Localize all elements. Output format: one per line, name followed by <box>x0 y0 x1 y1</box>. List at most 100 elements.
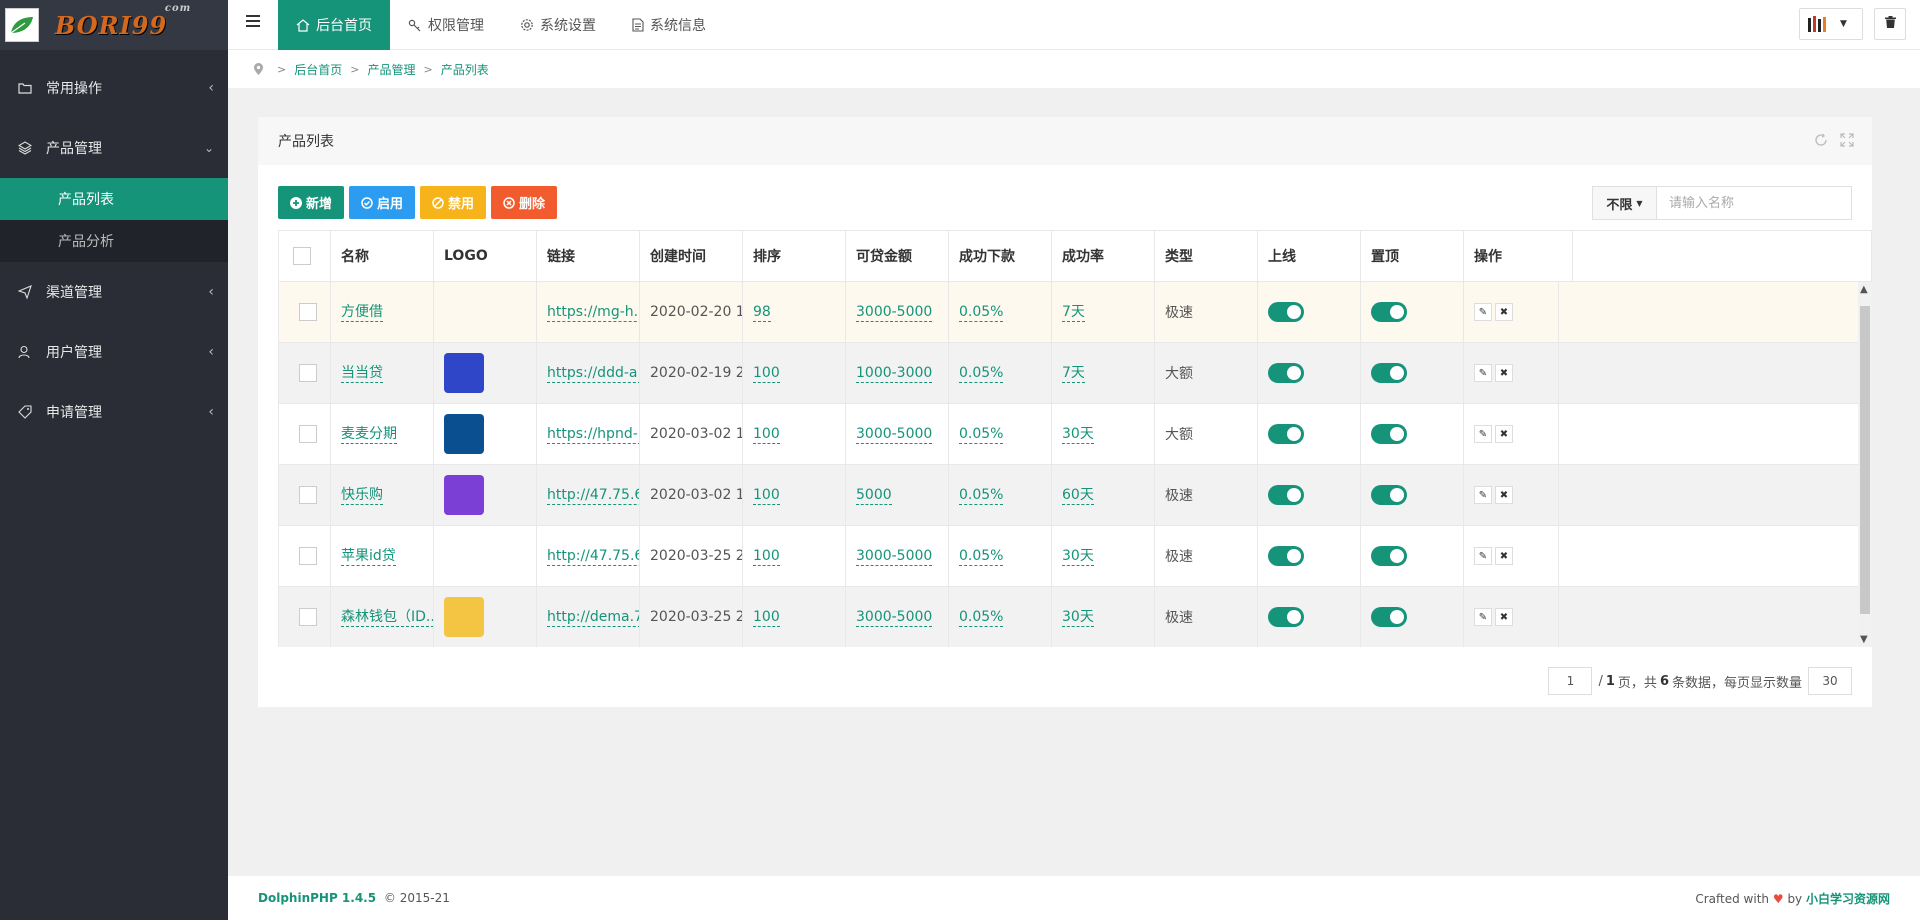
product-name-link[interactable]: 方便借 <box>341 303 383 322</box>
edit-icon[interactable]: ✎ <box>1474 486 1492 505</box>
online-toggle[interactable] <box>1268 607 1304 627</box>
success-editable[interactable]: 0.05% <box>959 608 1004 627</box>
per-page-input[interactable]: 30 <box>1808 667 1852 695</box>
fullscreen-icon[interactable] <box>1840 133 1854 151</box>
header-cell[interactable]: 成功下款 <box>949 231 1052 281</box>
amount-editable[interactable]: 5000 <box>856 486 892 505</box>
page-input[interactable]: 1 <box>1548 667 1593 695</box>
sidebar-item-common[interactable]: 常用操作 ‹ <box>0 58 228 118</box>
online-toggle[interactable] <box>1268 424 1304 444</box>
success-editable[interactable]: 0.05% <box>959 303 1004 322</box>
sort-editable[interactable]: 100 <box>753 364 780 383</box>
sidebar-item-applications[interactable]: 申请管理 ‹ <box>0 382 228 442</box>
table-row[interactable]: 苹果id贷 http://47.75.6... 2020-03-25 2... 100… <box>279 526 1872 587</box>
table-row[interactable]: 快乐购 http://47.75.6... 2020-03-02 1... 100 50… <box>279 465 1872 526</box>
chevron-down-icon[interactable]: ▼ <box>1860 634 1868 645</box>
enable-button[interactable]: 启用 <box>349 186 416 219</box>
online-toggle[interactable] <box>1268 363 1304 383</box>
sidebar-subitem-product-analysis[interactable]: 产品分析 <box>0 220 228 262</box>
product-name-link[interactable]: 当当贷 <box>341 364 383 383</box>
select-all-checkbox[interactable] <box>293 247 311 265</box>
header-select-all[interactable] <box>279 231 331 281</box>
breadcrumb-current[interactable]: 产品列表 <box>441 61 489 78</box>
header-cell[interactable]: 成功率 <box>1052 231 1155 281</box>
product-link[interactable]: http://47.75.6... <box>547 486 639 505</box>
cell-select[interactable] <box>279 343 331 403</box>
success-editable[interactable]: 0.05% <box>959 547 1004 566</box>
delete-icon[interactable]: ✖ <box>1495 547 1513 566</box>
row-checkbox[interactable] <box>299 364 317 382</box>
header-cell[interactable]: 置顶 <box>1361 231 1464 281</box>
menu-toggle-icon[interactable] <box>246 15 260 29</box>
cell-select[interactable] <box>279 465 331 525</box>
header-cell[interactable]: 名称 <box>331 231 434 281</box>
search-input[interactable] <box>1657 187 1851 219</box>
row-checkbox[interactable] <box>299 425 317 443</box>
header-cell[interactable]: 可贷金额 <box>846 231 949 281</box>
breadcrumb-link-home[interactable]: 后台首页 <box>294 61 342 78</box>
edit-icon[interactable]: ✎ <box>1474 303 1492 322</box>
top-toggle[interactable] <box>1371 302 1407 322</box>
edit-icon[interactable]: ✎ <box>1474 364 1492 383</box>
cell-select[interactable] <box>279 282 331 342</box>
product-name-link[interactable]: 麦麦分期 <box>341 425 397 444</box>
product-link[interactable]: http://47.75.6... <box>547 547 639 566</box>
footer-author-link[interactable]: 小白学习资源网 <box>1806 892 1890 906</box>
delete-icon[interactable]: ✖ <box>1495 608 1513 627</box>
product-link[interactable]: https://ddd-a... <box>547 364 639 383</box>
row-checkbox[interactable] <box>299 547 317 565</box>
tab-settings[interactable]: 系统设置 <box>502 0 614 50</box>
rate-editable[interactable]: 7天 <box>1062 303 1085 322</box>
header-cell[interactable]: 操作 <box>1464 231 1573 281</box>
success-editable[interactable]: 0.05% <box>959 425 1004 444</box>
amount-editable[interactable]: 3000-5000 <box>856 547 933 566</box>
delete-icon[interactable]: ✖ <box>1495 303 1513 322</box>
cell-select[interactable] <box>279 526 331 586</box>
search-filter-dropdown[interactable]: 不限 ▼ <box>1593 187 1657 219</box>
tab-home[interactable]: 后台首页 <box>278 0 390 50</box>
sidebar-subitem-product-list[interactable]: 产品列表 <box>0 178 228 220</box>
top-toggle[interactable] <box>1371 485 1407 505</box>
amount-editable[interactable]: 1000-3000 <box>856 364 933 383</box>
amount-editable[interactable]: 3000-5000 <box>856 425 933 444</box>
delete-icon[interactable]: ✖ <box>1495 425 1513 444</box>
header-cell[interactable]: 创建时间 <box>640 231 743 281</box>
top-toggle[interactable] <box>1371 607 1407 627</box>
cell-select[interactable] <box>279 587 331 647</box>
disable-button[interactable]: 禁用 <box>420 186 487 219</box>
sort-editable[interactable]: 98 <box>753 303 771 322</box>
row-checkbox[interactable] <box>299 303 317 321</box>
delete-icon[interactable]: ✖ <box>1495 364 1513 383</box>
table-scrollbar[interactable]: ▲ ▼ <box>1858 282 1872 647</box>
amount-editable[interactable]: 3000-5000 <box>856 608 933 627</box>
header-cell[interactable]: 上线 <box>1258 231 1361 281</box>
header-cell[interactable]: 排序 <box>743 231 846 281</box>
sidebar-item-users[interactable]: 用户管理 ‹ <box>0 322 228 382</box>
delete-button[interactable]: 删除 <box>491 186 558 219</box>
footer-brand[interactable]: DolphinPHP 1.4.5 <box>258 891 376 905</box>
clear-cache-button[interactable] <box>1874 8 1906 40</box>
top-toggle[interactable] <box>1371 363 1407 383</box>
success-editable[interactable]: 0.05% <box>959 486 1004 505</box>
table-row[interactable]: 麦麦分期 https://hpnd-... 2020-03-02 1... 100 30… <box>279 404 1872 465</box>
product-link[interactable]: https://mg-h... <box>547 303 639 322</box>
row-checkbox[interactable] <box>299 608 317 626</box>
sidebar-item-channels[interactable]: 渠道管理 ‹ <box>0 262 228 322</box>
product-link[interactable]: https://hpnd-... <box>547 425 639 444</box>
top-toggle[interactable] <box>1371 546 1407 566</box>
row-checkbox[interactable] <box>299 486 317 504</box>
tab-system-info[interactable]: 系统信息 <box>614 0 724 50</box>
sidebar-item-products[interactable]: 产品管理 ⌄ <box>0 118 228 178</box>
refresh-icon[interactable] <box>1814 133 1828 151</box>
tab-permissions[interactable]: 权限管理 <box>390 0 502 50</box>
user-menu-button[interactable]: ▼ <box>1799 8 1863 40</box>
table-row[interactable]: 方便借 https://mg-h... 2020-02-20 1... 98 3000-… <box>279 282 1872 343</box>
edit-icon[interactable]: ✎ <box>1474 608 1492 627</box>
table-row[interactable]: 当当贷 https://ddd-a... 2020-02-19 2... 100 100… <box>279 343 1872 404</box>
product-name-link[interactable]: 快乐购 <box>341 486 383 505</box>
header-cell[interactable]: 链接 <box>537 231 640 281</box>
table-row[interactable]: 森林钱包（ID... http://dema.7... 2020-03-25 2..… <box>279 587 1872 647</box>
header-cell[interactable]: LOGO <box>434 231 537 281</box>
amount-editable[interactable]: 3000-5000 <box>856 303 933 322</box>
delete-icon[interactable]: ✖ <box>1495 486 1513 505</box>
